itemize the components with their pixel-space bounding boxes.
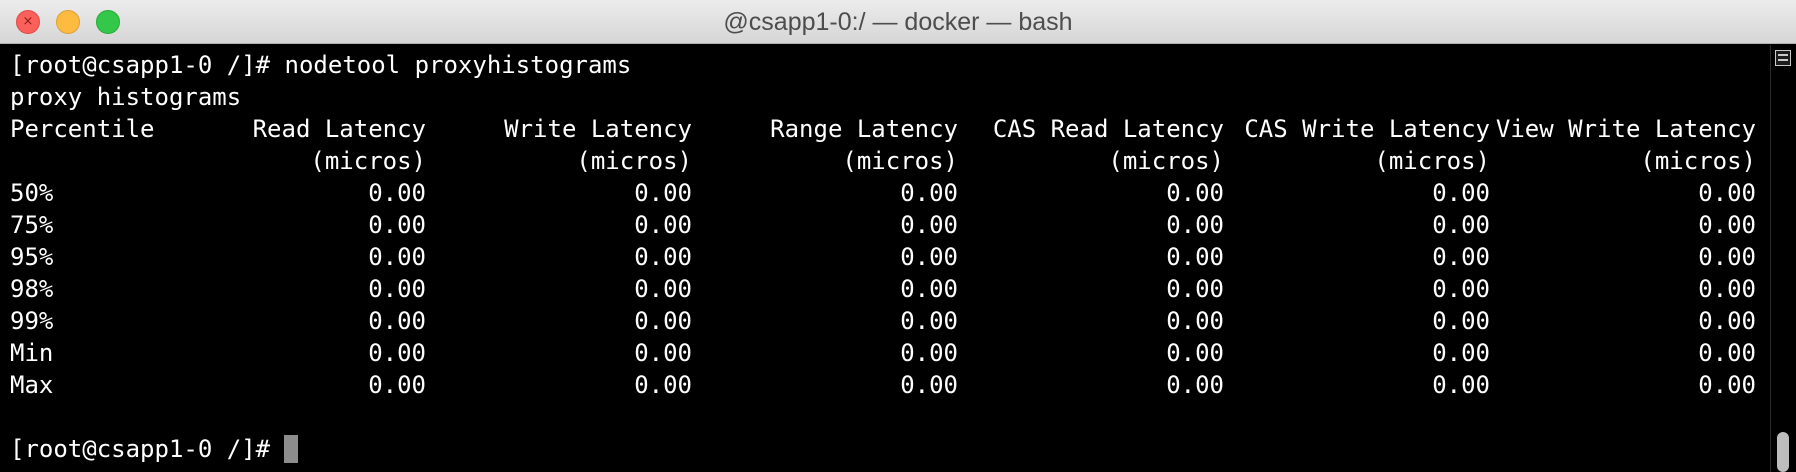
table-cell: 0.00	[1698, 275, 1756, 303]
table-cell: 99%	[10, 307, 54, 335]
table-cell: 0.00	[900, 275, 958, 303]
table-cell: 0.00	[368, 371, 426, 399]
table-cell: 0.00	[1698, 371, 1756, 399]
output-heading: proxy histograms	[10, 83, 242, 111]
table-cell: 0.00	[1698, 307, 1756, 335]
table-cell: 0.00	[1166, 243, 1224, 271]
table-cell: 0.00	[900, 339, 958, 367]
table-cell: 0.00	[1432, 371, 1490, 399]
table-cell: 75%	[10, 211, 54, 239]
table-cell: 0.00	[900, 371, 958, 399]
table-header-row: Percentile Read Latency Write Latency Ra…	[10, 113, 1756, 145]
table-units-row: (micros) (micros) (micros) (micros) (mic…	[10, 145, 1756, 177]
table-row: 99% 0.00 0.00 0.00 0.00 0.00 0.00	[10, 305, 1756, 337]
column-unit	[10, 145, 160, 177]
table-cell: 0.00	[1698, 243, 1756, 271]
table-cell: 0.00	[900, 211, 958, 239]
table-cell: 0.00	[368, 243, 426, 271]
scrollbar-thumb[interactable]	[1777, 432, 1789, 472]
prompt-line[interactable]: [root@csapp1-0 /]#	[10, 433, 1756, 465]
table-cell: 95%	[10, 243, 54, 271]
column-header: View Write Latency	[1495, 115, 1756, 143]
table-row: 98% 0.00 0.00 0.00 0.00 0.00 0.00	[10, 273, 1756, 305]
column-unit: (micros)	[1108, 147, 1224, 175]
column-unit: (micros)	[1640, 147, 1756, 175]
table-cell: 0.00	[1166, 371, 1224, 399]
window-title: @csapp1-0:/ — docker — bash	[723, 8, 1073, 36]
scrollbar[interactable]	[1770, 45, 1796, 472]
table-cell: 0.00	[1698, 339, 1756, 367]
table-cell: 0.00	[1166, 307, 1224, 335]
table-cell: 0.00	[634, 243, 692, 271]
table-cell: 0.00	[634, 307, 692, 335]
column-header: CAS Read Latency	[992, 115, 1224, 143]
table-cell: 0.00	[1166, 339, 1224, 367]
table-cell: 0.00	[1166, 179, 1224, 207]
terminal-window: × @csapp1-0:/ — docker — bash [root@csap…	[0, 0, 1796, 472]
table-cell: 0.00	[1432, 211, 1490, 239]
table-cell: 0.00	[634, 179, 692, 207]
table-cell: 0.00	[900, 243, 958, 271]
table-cell: Min	[10, 339, 54, 367]
terminal-output[interactable]: [root@csapp1-0 /]# nodetool proxyhistogr…	[0, 45, 1770, 472]
table-cell: 0.00	[368, 211, 426, 239]
table-cell: 0.00	[1432, 307, 1490, 335]
table-cell: 0.00	[634, 371, 692, 399]
table-cell: 0.00	[634, 211, 692, 239]
column-unit: (micros)	[310, 147, 426, 175]
table-cell: 0.00	[368, 307, 426, 335]
column-unit: (micros)	[1374, 147, 1490, 175]
table-cell: 98%	[10, 275, 54, 303]
column-header: Read Latency	[252, 115, 426, 143]
table-row: Min 0.00 0.00 0.00 0.00 0.00 0.00	[10, 337, 1756, 369]
table-cell: 0.00	[1432, 179, 1490, 207]
text-cursor	[284, 435, 299, 463]
table-cell: 0.00	[368, 339, 426, 367]
table-cell: 0.00	[634, 339, 692, 367]
column-unit: (micros)	[576, 147, 692, 175]
table-cell: 50%	[10, 179, 54, 207]
shell-prompt: [root@csapp1-0 /]#	[10, 435, 271, 463]
command-line: [root@csapp1-0 /]# nodetool proxyhistogr…	[10, 51, 632, 79]
table-row: 50% 0.00 0.00 0.00 0.00 0.00 0.00	[10, 177, 1756, 209]
title-bar[interactable]: × @csapp1-0:/ — docker — bash	[0, 0, 1796, 44]
terminal-menu-icon[interactable]	[1775, 50, 1791, 66]
table-cell: 0.00	[900, 307, 958, 335]
column-header: CAS Write Latency	[1244, 115, 1490, 143]
table-cell: 0.00	[1698, 179, 1756, 207]
table-cell: 0.00	[634, 275, 692, 303]
table-cell: 0.00	[1432, 339, 1490, 367]
column-header: Percentile	[10, 115, 155, 143]
table-row: Max 0.00 0.00 0.00 0.00 0.00 0.00	[10, 369, 1756, 401]
terminal-content: [root@csapp1-0 /]# nodetool proxyhistogr…	[10, 49, 1756, 465]
table-cell: 0.00	[1432, 275, 1490, 303]
table-cell: 0.00	[1698, 211, 1756, 239]
table-row: 75% 0.00 0.00 0.00 0.00 0.00 0.00	[10, 209, 1756, 241]
table-cell: 0.00	[368, 275, 426, 303]
table-cell: 0.00	[1166, 211, 1224, 239]
table-row: 95% 0.00 0.00 0.00 0.00 0.00 0.00	[10, 241, 1756, 273]
column-header: Write Latency	[504, 115, 692, 143]
table-cell: 0.00	[1432, 243, 1490, 271]
table-cell: Max	[10, 371, 54, 399]
column-header: Range Latency	[770, 115, 958, 143]
table-cell: 0.00	[900, 179, 958, 207]
table-cell: 0.00	[1166, 275, 1224, 303]
table-cell: 0.00	[368, 179, 426, 207]
column-unit: (micros)	[842, 147, 958, 175]
